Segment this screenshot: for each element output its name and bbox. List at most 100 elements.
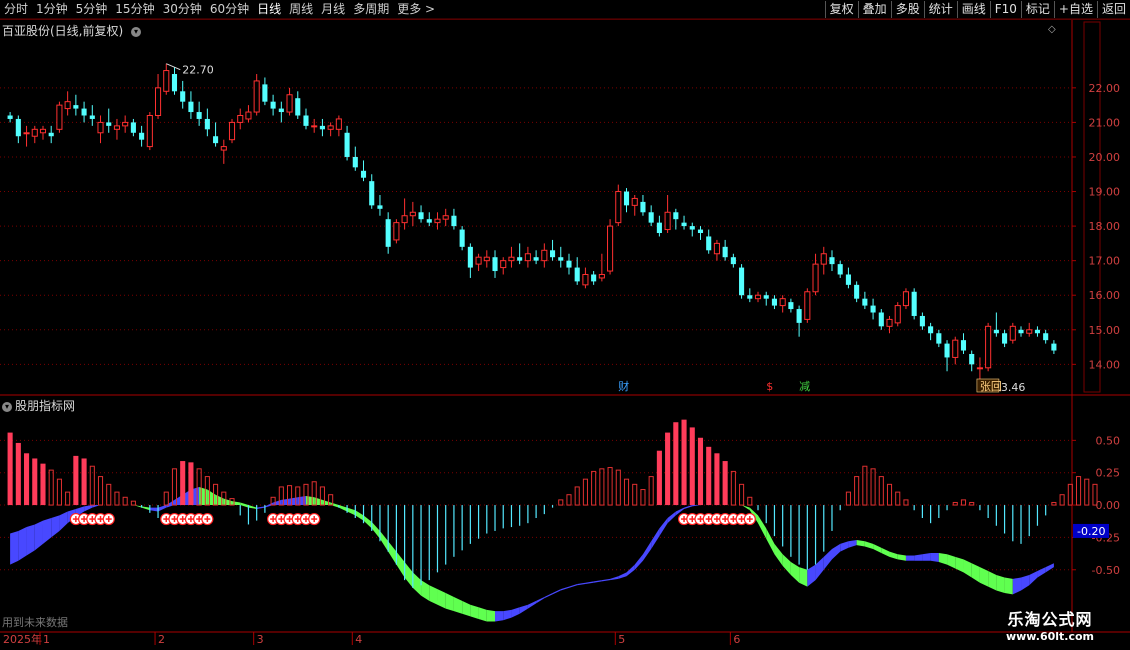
time-tick-label: 6 [733,633,740,646]
candle-body [113,125,121,130]
histogram-bar [122,496,128,506]
price-tick-label: 19.00 [1089,186,1121,199]
candle-body [911,291,917,316]
indicator-band-segment [1037,567,1046,578]
indicator-band-segment [347,507,356,516]
candle-body [804,291,811,320]
indicator-tick-label: -0.50 [1092,564,1120,577]
indicator-band-segment [314,497,323,506]
histogram-bar [599,468,605,506]
indicator-band-segment [141,506,150,511]
indicator-band-segment [799,567,808,587]
candle-body [706,236,712,251]
indicator-band-segment [831,543,841,560]
candle-body [517,257,523,261]
candle-body [64,101,71,110]
candle-body [344,132,350,157]
indicator-band-segment [445,593,454,612]
histogram-bar [952,501,958,506]
histogram-bar [1084,478,1090,506]
indicator-band-segment [355,510,364,521]
candle-body [739,267,745,296]
histogram-bar [574,486,580,506]
indicator-band-segment [437,589,446,609]
watermark-title: 乐淘公式网 [1007,610,1093,629]
histogram-bar [648,476,654,506]
candle-body [442,215,449,220]
indicator-band-segment [363,515,372,529]
indicator-band-segment [404,562,413,588]
future-data-note: 用到未来数据 [2,616,68,629]
indicator-band-segment [256,506,265,509]
candle-body [524,253,531,262]
indicator-band-segment [618,572,627,579]
indicator-band-segment [536,596,545,604]
candle-body [673,212,679,220]
candle-body [163,70,170,92]
candle-body [492,257,498,272]
candle-body [262,84,268,102]
candle-body [730,257,736,265]
candle-body [319,125,325,130]
histogram-bar [739,483,745,506]
indicator-band-segment [412,572,422,596]
candle-body [171,74,178,92]
candle-body [936,333,942,344]
diamond-icon: ◇ [1048,24,1056,35]
histogram-bar [845,491,851,506]
indicator-band-segment [856,540,865,547]
histogram-bar [73,455,79,506]
indicator-band-segment [527,600,537,609]
indicator-band-segment [897,554,906,561]
candle-body [459,229,465,247]
indicator-band-segment [51,515,60,538]
price-tick-label: 21.00 [1089,116,1121,129]
candle-body [656,222,662,234]
candle-body [648,212,654,223]
candle-body [697,229,704,234]
indicator-band-segment [692,505,701,507]
indicator-band-segment [453,596,463,614]
histogram-bar [960,499,967,506]
candle-body [615,191,622,224]
indicator-band-segment [914,554,923,561]
histogram-bar [854,476,860,506]
indicator-band-segment [297,496,306,506]
indicator-band-segment [207,489,216,506]
indicator-band-segment [478,607,487,622]
histogram-bar [886,483,893,506]
indicator-band-segment [379,530,389,552]
candle-body [952,339,959,358]
candle-body [56,104,63,130]
chart-canvas[interactable]: ◇ 22.0021.0020.0019.0018.0017.0016.0015.… [0,0,1130,650]
indicator-band-segment [26,524,35,556]
candle-body [48,132,54,137]
event-marker: 减 [799,380,810,393]
candle-body [1002,333,1008,344]
indicator-band-segment [1012,577,1022,595]
indicator-band-segment [429,585,438,605]
indicator-band-segment [199,486,208,506]
indicator-tick-label: 0.00 [1096,499,1121,512]
histogram-bar [706,446,712,506]
histogram-bar [632,483,638,506]
candle-body [713,242,720,255]
candle-body [327,125,334,130]
indicator-band-segment [758,515,767,539]
price-tick-label: 14.00 [1089,358,1121,371]
indicator-band-segment [396,551,405,578]
indicator-band-segment [421,580,430,601]
candle-body [467,246,473,268]
histogram-bar [7,432,13,506]
candle-body [122,121,129,127]
candle-body [541,249,548,262]
candle-body [993,329,999,334]
candle-body [253,80,260,113]
candle-body [1018,329,1024,334]
indicator-band-segment [766,528,775,555]
indicator-band-segment [651,528,660,550]
candle-body [278,108,284,113]
candle-body [919,315,925,327]
candle-body [311,125,318,128]
indicator-band-segment [947,554,956,569]
